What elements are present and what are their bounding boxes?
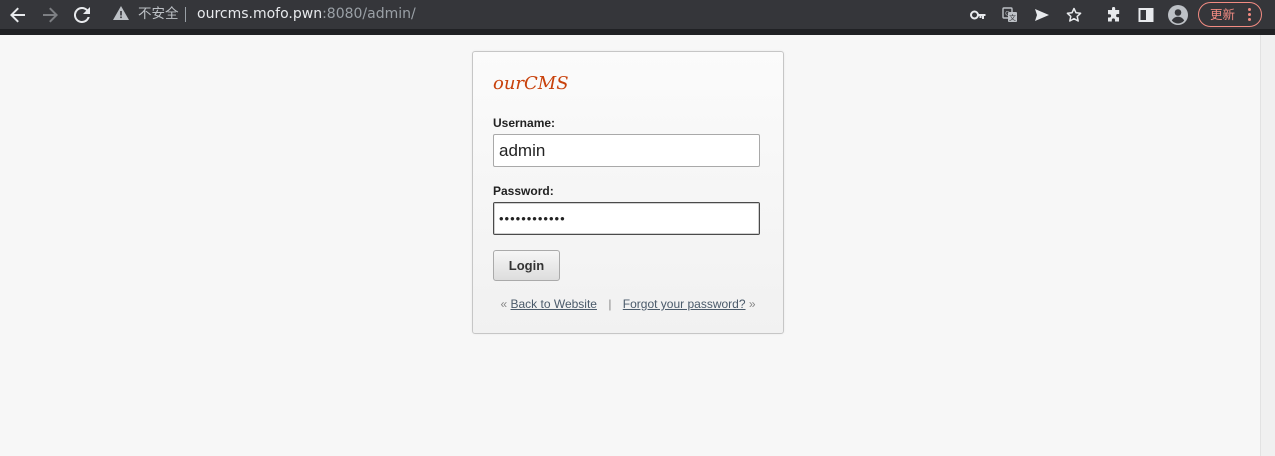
- username-field[interactable]: [493, 134, 760, 167]
- password-manager-button[interactable]: [966, 0, 990, 29]
- reload-icon: [74, 6, 90, 23]
- send-icon: [1035, 8, 1049, 21]
- send-to-devices-button[interactable]: [1030, 0, 1054, 29]
- extensions-button[interactable]: [1102, 0, 1126, 29]
- back-to-website-link[interactable]: Back to Website: [510, 297, 596, 311]
- forward-button[interactable]: [36, 0, 64, 29]
- three-dots-icon: [1248, 8, 1251, 23]
- translate-button[interactable]: 文G: [998, 0, 1022, 29]
- open-quote: «: [500, 297, 508, 311]
- back-button[interactable]: [4, 0, 32, 29]
- update-label: 更新: [1210, 6, 1236, 22]
- side-panel-button[interactable]: [1134, 0, 1158, 29]
- forgot-password-link[interactable]: Forgot your password?: [623, 297, 746, 311]
- url-host: ourcms.mofo.pwn: [197, 6, 323, 22]
- close-quote: »: [748, 297, 756, 311]
- side-panel-icon: [1138, 7, 1154, 22]
- svg-text:G: G: [1005, 10, 1010, 17]
- bookmark-button[interactable]: [1062, 0, 1086, 29]
- security-status-label[interactable]: 不安全: [138, 6, 179, 23]
- profile-button[interactable]: [1166, 0, 1190, 29]
- username-label: Username:: [493, 116, 556, 130]
- translate-icon: 文G: [1002, 6, 1017, 22]
- footer-links: « Back to Website | Forgot your password…: [473, 296, 783, 312]
- arrow-right-icon: [43, 7, 58, 22]
- puzzle-icon: [1108, 6, 1120, 21]
- warning-triangle-icon[interactable]: [113, 5, 129, 21]
- key-icon: [970, 10, 986, 19]
- update-menu-button[interactable]: 更新: [1198, 2, 1262, 27]
- omnibox-divider: [185, 7, 186, 22]
- star-icon: [1066, 7, 1082, 22]
- browser-toolbar: 不安全 ourcms.mofo.pwn:8080/admin/ 文G 更新: [0, 0, 1275, 29]
- brand-logo: ourCMS: [493, 73, 569, 94]
- login-panel: ourCMS Username: Password: Login « Back …: [472, 51, 784, 334]
- link-separator: |: [608, 297, 612, 311]
- url-path: :8080/admin/: [322, 6, 416, 22]
- arrow-left-icon: [10, 7, 25, 22]
- vertical-scrollbar[interactable]: [1260, 35, 1275, 456]
- svg-text:文: 文: [1009, 13, 1016, 22]
- login-button[interactable]: Login: [493, 250, 560, 281]
- reload-button[interactable]: [68, 0, 96, 29]
- password-label: Password:: [493, 184, 554, 198]
- url-text[interactable]: ourcms.mofo.pwn:8080/admin/: [197, 6, 416, 23]
- password-field[interactable]: [493, 202, 760, 235]
- profile-avatar-icon: [1168, 4, 1188, 25]
- address-bar[interactable]: 不安全 ourcms.mofo.pwn:8080/admin/: [104, 3, 954, 26]
